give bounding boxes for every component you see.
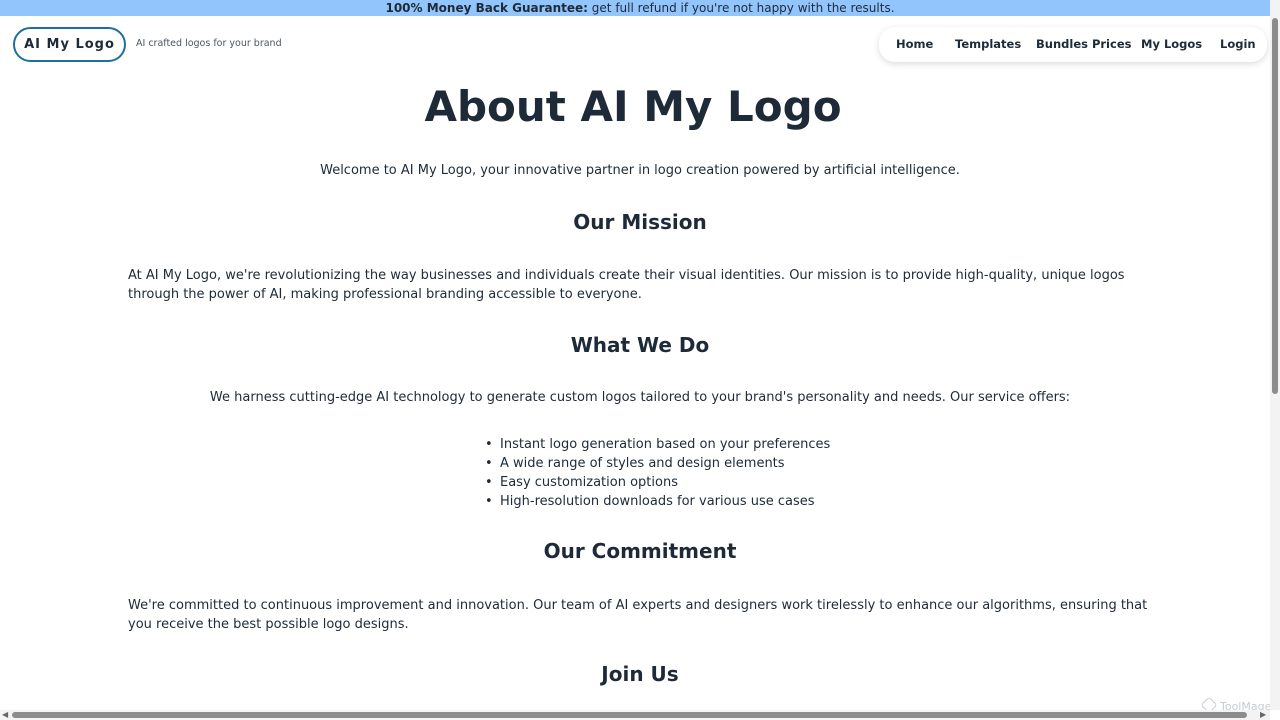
feature-text: Easy customization options (500, 475, 678, 490)
scroll-right-arrow-icon[interactable]: ▶ (1260, 710, 1266, 720)
bullet-icon: • (485, 475, 493, 490)
list-item: • High-resolution downloads for various u… (485, 492, 860, 511)
mission-text: At AI My Logo, we're revolutionizing the… (128, 268, 1125, 302)
scroll-left-arrow-icon[interactable]: ◀ (2, 710, 8, 720)
commitment-heading: Our Commitment (543, 539, 737, 563)
page-title: About AI My Logo (424, 82, 842, 131)
horizontal-scrollbar-thumb[interactable] (12, 712, 1247, 718)
commitment-text: We're committed to continuous improvemen… (128, 598, 1148, 632)
what-we-do-heading: What We Do (570, 333, 710, 357)
feature-text: Instant logo generation based on your pr… (500, 437, 831, 452)
site-logo[interactable]: AI My Logo (13, 27, 126, 62)
nav-templates[interactable]: Templates (955, 27, 1021, 62)
bullet-icon: • (485, 456, 493, 471)
feature-text: High-resolution downloads for various us… (500, 494, 815, 509)
nav-login[interactable]: Login (1220, 27, 1256, 62)
banner-text: get full refund if you're not happy with… (587, 1, 895, 15)
bullet-icon: • (485, 494, 493, 509)
join-us-heading: Join Us (601, 662, 679, 686)
list-item: • A wide range of styles and design eleme… (485, 454, 860, 473)
banner-bold-text: 100% Money Back Guarantee: (385, 1, 588, 15)
nav-home[interactable]: Home (896, 27, 933, 62)
list-item: • Easy customization options (485, 473, 860, 492)
feature-list: • Instant logo generation based on your p… (485, 435, 860, 511)
mission-heading: Our Mission (573, 210, 707, 234)
list-item: • Instant logo generation based on your p… (485, 435, 860, 454)
money-back-banner: 100% Money Back Guarantee: get full refu… (0, 0, 1280, 16)
bullet-icon: • (485, 437, 493, 452)
main-nav: Home Templates Bundles Prices My Logos L… (879, 27, 1267, 62)
intro-text: Welcome to AI My Logo, your innovative p… (320, 163, 960, 178)
site-tagline: AI crafted logos for your brand (136, 38, 282, 49)
vertical-scrollbar-thumb[interactable] (1272, 18, 1278, 394)
nav-my-logos[interactable]: My Logos (1141, 27, 1202, 62)
what-we-do-text: We harness cutting-edge AI technology to… (209, 390, 1071, 405)
logo-text: AI My Logo (24, 37, 115, 52)
nav-bundles-prices[interactable]: Bundles Prices (1036, 27, 1131, 62)
feature-text: A wide range of styles and design elemen… (500, 456, 785, 471)
